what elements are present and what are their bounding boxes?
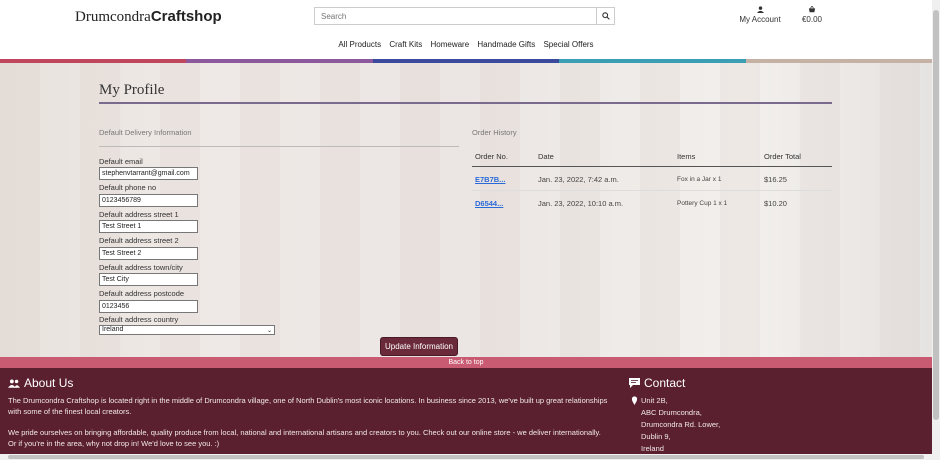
message-icon bbox=[629, 378, 640, 388]
street2-field[interactable]: Test Street 2 bbox=[99, 247, 198, 260]
map-pin-icon bbox=[631, 396, 638, 405]
search-icon bbox=[601, 12, 610, 20]
my-account-link[interactable]: My Account bbox=[735, 6, 785, 24]
delivery-info-heading: Default Delivery Information bbox=[99, 128, 192, 137]
address-line: ABC Drumcondra, bbox=[641, 408, 702, 417]
order-total: $16.25 bbox=[761, 166, 832, 191]
street2-label: Default address street 2 bbox=[99, 236, 179, 245]
shopping-bag-link[interactable]: €0.00 bbox=[797, 5, 827, 24]
search-button[interactable] bbox=[596, 8, 614, 24]
logo-text-part1: Drumcondra bbox=[75, 9, 151, 25]
contact-heading-text: Contact bbox=[644, 376, 686, 390]
users-icon bbox=[8, 379, 20, 388]
order-items: Fox in a Jar x 1 bbox=[674, 166, 761, 191]
nav-item-handmade-gifts[interactable]: Handmade Gifts bbox=[477, 40, 535, 49]
chevron-down-icon: ⌄ bbox=[266, 328, 272, 334]
street1-field[interactable]: Test Street 1 bbox=[99, 220, 198, 233]
site-header: DrumcondraCraftshop My Account €0.00 All… bbox=[0, 0, 932, 60]
search-bar bbox=[314, 7, 615, 25]
nav-item-all-products[interactable]: All Products bbox=[338, 40, 381, 49]
postcode-field[interactable]: 0123456 bbox=[99, 300, 198, 313]
table-row: D6544... Jan. 23, 2022, 10:10 a.m. Potte… bbox=[472, 191, 832, 215]
postcode-label: Default address postcode bbox=[99, 289, 185, 298]
horizontal-scrollbar[interactable] bbox=[0, 454, 932, 460]
order-total: $10.20 bbox=[764, 199, 787, 208]
about-paragraph-2: We pride ourselves on bringing affordabl… bbox=[8, 428, 601, 448]
order-number-link[interactable]: D6544... bbox=[472, 191, 535, 215]
country-selected-value: Ireland bbox=[102, 326, 124, 333]
update-information-button[interactable]: Update Information bbox=[380, 337, 458, 356]
contact-address: Unit 2B, ABC Drumcondra, Drumcondra Rd. … bbox=[641, 395, 720, 455]
table-row: E7B7B... Jan. 23, 2022, 7:42 a.m. Fox in… bbox=[472, 166, 832, 191]
title-divider bbox=[99, 102, 832, 104]
address-line: Unit 2B, bbox=[641, 396, 668, 405]
bag-total: €0.00 bbox=[801, 15, 823, 24]
order-history-table: Order No. Date Items Order Total E7B7B..… bbox=[472, 147, 832, 214]
order-date: Jan. 23, 2022, 7:42 a.m. bbox=[535, 166, 674, 191]
my-account-label: My Account bbox=[739, 15, 781, 24]
phone-label: Default phone no bbox=[99, 183, 157, 192]
col-header-items: Items bbox=[674, 147, 761, 167]
main-nav: All Products Craft Kits Homeware Handmad… bbox=[0, 40, 932, 49]
about-heading-text: About Us bbox=[24, 376, 74, 390]
country-select[interactable]: Ireland ⌄ bbox=[99, 325, 275, 335]
nav-item-craft-kits[interactable]: Craft Kits bbox=[389, 40, 422, 49]
page-title: My Profile bbox=[99, 82, 165, 98]
order-date: Jan. 23, 2022, 10:10 a.m. bbox=[538, 199, 624, 208]
email-field[interactable]: stephenvtarrant@gmail.com bbox=[99, 167, 198, 180]
back-to-top-link[interactable]: Back to top bbox=[0, 357, 932, 368]
vertical-scrollbar[interactable] bbox=[932, 0, 940, 460]
town-field[interactable]: Test City bbox=[99, 273, 198, 286]
site-logo[interactable]: DrumcondraCraftshop bbox=[75, 8, 222, 26]
phone-field[interactable]: 0123456789 bbox=[99, 194, 198, 207]
email-label: Default email bbox=[99, 157, 143, 166]
vertical-scroll-thumb[interactable] bbox=[933, 10, 939, 420]
address-line: Drumcondra Rd. Lower, bbox=[641, 420, 721, 429]
address-line: Dublin 9, bbox=[641, 432, 671, 441]
col-header-order-total: Order Total bbox=[761, 147, 832, 167]
order-number-link[interactable]: E7B7B... bbox=[472, 166, 535, 191]
contact-heading: Contact bbox=[629, 376, 685, 390]
delivery-divider bbox=[99, 146, 459, 147]
table-header-row: Order No. Date Items Order Total bbox=[472, 147, 832, 167]
about-paragraph-1: The Drumcondra Craftshop is located righ… bbox=[8, 396, 608, 416]
street1-label: Default address street 1 bbox=[99, 210, 179, 219]
order-history-heading: Order History bbox=[472, 128, 517, 137]
nav-item-special-offers[interactable]: Special Offers bbox=[543, 40, 593, 49]
user-icon bbox=[756, 6, 764, 13]
search-input[interactable] bbox=[315, 8, 597, 24]
col-header-order-no: Order No. bbox=[472, 147, 535, 167]
horizontal-scroll-thumb[interactable] bbox=[8, 455, 924, 459]
shopping-basket-icon bbox=[808, 5, 816, 13]
logo-text-part2: Craftshop bbox=[150, 8, 222, 25]
col-header-date: Date bbox=[535, 147, 674, 167]
nav-item-homeware[interactable]: Homeware bbox=[430, 40, 469, 49]
site-footer: About Us The Drumcondra Craftshop is loc… bbox=[0, 368, 932, 454]
order-items: Pottery Cup 1 x 1 bbox=[677, 200, 728, 207]
about-heading: About Us bbox=[8, 376, 73, 390]
country-label: Default address country bbox=[99, 315, 179, 324]
profile-main: My Profile Default Delivery Information … bbox=[0, 63, 932, 357]
town-label: Default address town/city bbox=[99, 263, 183, 272]
